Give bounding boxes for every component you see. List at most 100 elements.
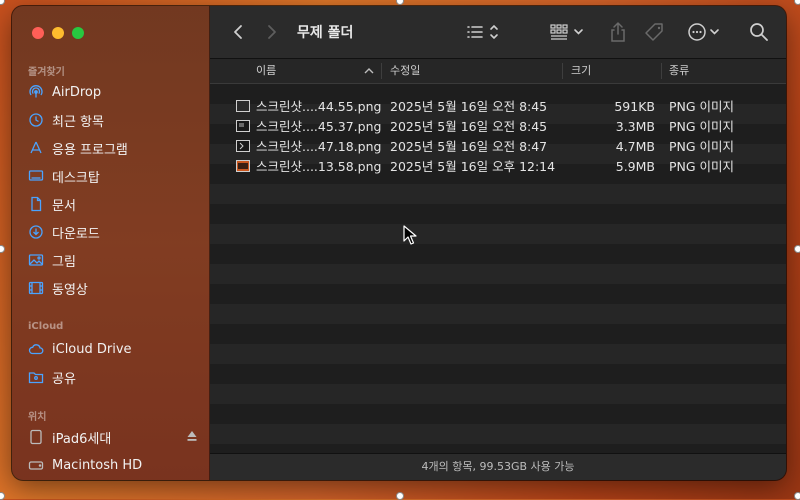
list-view-button[interactable] <box>466 20 506 44</box>
tag-icon <box>645 23 663 41</box>
sidebar-item-label: 응용 프로그램 <box>52 142 128 158</box>
download-icon <box>28 224 44 240</box>
column-header: 이름 수정일 크기 종류 <box>210 59 786 84</box>
minimize-window-button[interactable] <box>52 27 64 39</box>
sidebar-item-label: 공유 <box>52 371 76 387</box>
file-name: 스크린샷....44.55.png <box>256 99 382 114</box>
sidebar-item-label: 다운로드 <box>52 226 100 242</box>
window-title: 무제 폴더 <box>297 25 354 41</box>
desktop-icon <box>28 168 44 184</box>
sidebar: 즐겨찾기 AirDrop 최근 항목 응용 프로그램 데스크탑 문서 다운로드 … <box>12 6 210 480</box>
file-name: 스크린샷....47.18.png <box>256 139 382 154</box>
image-file-icon <box>236 160 250 172</box>
ellipsis-circle-icon <box>688 23 719 41</box>
table-row[interactable]: 스크린샷....13.58.png 2025년 5월 16일 오후 12:14 … <box>210 157 786 177</box>
column-kind[interactable]: 종류 <box>669 59 689 83</box>
list-view-icon <box>467 24 498 40</box>
mouse-cursor-icon <box>403 225 417 245</box>
column-separator[interactable] <box>661 63 662 79</box>
file-kind: PNG 이미지 <box>669 139 735 154</box>
sidebar-item-icloud-drive[interactable]: iCloud Drive <box>28 337 198 361</box>
applications-icon <box>28 140 44 156</box>
movies-icon <box>28 280 44 296</box>
sidebar-item-desktop[interactable]: 데스크탑 <box>28 164 198 188</box>
column-size[interactable]: 크기 <box>571 59 591 83</box>
sidebar-item-downloads[interactable]: 다운로드 <box>28 220 198 244</box>
grid-group-icon <box>550 24 583 40</box>
sidebar-item-recents[interactable]: 최근 항목 <box>28 108 198 132</box>
file-modified: 2025년 5월 16일 오전 8:45 <box>390 119 548 134</box>
file-kind: PNG 이미지 <box>669 159 735 174</box>
shared-folder-icon <box>28 369 44 385</box>
column-modified[interactable]: 수정일 <box>390 59 420 83</box>
sidebar-section-favorites: 즐겨찾기 <box>28 67 65 78</box>
sidebar-item-airdrop[interactable]: AirDrop <box>28 80 198 104</box>
sort-ascending-icon <box>364 68 374 74</box>
column-name[interactable]: 이름 <box>256 59 276 83</box>
file-modified: 2025년 5월 16일 오전 8:47 <box>390 139 548 154</box>
airdrop-icon <box>28 84 44 100</box>
sidebar-item-label: 동영상 <box>52 282 88 298</box>
file-name: 스크린샷....13.58.png <box>256 159 382 174</box>
share-icon <box>611 21 625 42</box>
selection-handle <box>794 245 800 253</box>
chevron-left-icon <box>234 25 242 39</box>
main-content: 무제 폴더 이름 수정일 크기 종류 스크린샷....44.55.png 202… <box>210 6 786 480</box>
maximize-window-button[interactable] <box>72 27 84 39</box>
sidebar-item-applications[interactable]: 응용 프로그램 <box>28 136 198 160</box>
file-size: 5.9MB <box>615 159 655 174</box>
file-size: 4.7MB <box>615 139 655 154</box>
sidebar-item-macintosh-hd[interactable]: Macintosh HD <box>28 453 198 477</box>
file-kind: PNG 이미지 <box>669 119 735 134</box>
cloud-icon <box>28 341 44 357</box>
selection-handle <box>794 0 800 5</box>
pictures-icon <box>28 252 44 268</box>
table-row[interactable]: 스크린샷....44.55.png 2025년 5월 16일 오전 8:45 5… <box>210 97 786 117</box>
column-separator[interactable] <box>562 63 563 79</box>
file-size: 591KB <box>614 99 655 114</box>
forward-button[interactable] <box>262 20 282 44</box>
image-file-icon <box>236 140 250 152</box>
clock-icon <box>28 112 44 128</box>
sidebar-item-ipad[interactable]: iPad6세대 <box>28 425 198 449</box>
share-button[interactable] <box>606 20 630 44</box>
file-modified: 2025년 5월 16일 오후 12:14 <box>390 159 556 174</box>
sidebar-item-label: 데스크탑 <box>52 170 100 186</box>
sidebar-item-label: AirDrop <box>52 84 102 100</box>
more-actions-button[interactable] <box>687 20 727 44</box>
file-size: 3.3MB <box>615 119 655 134</box>
close-window-button[interactable] <box>32 27 44 39</box>
sidebar-item-label: 문서 <box>52 198 76 214</box>
table-row[interactable]: 스크린샷....45.37.png 2025년 5월 16일 오전 8:45 3… <box>210 117 786 137</box>
back-button[interactable] <box>228 20 248 44</box>
toolbar: 무제 폴더 <box>210 6 786 59</box>
file-kind: PNG 이미지 <box>669 99 735 114</box>
sidebar-item-documents[interactable]: 문서 <box>28 192 198 216</box>
image-file-icon <box>236 120 250 132</box>
selection-handle <box>0 245 5 253</box>
eject-icon[interactable] <box>186 429 198 443</box>
finder-window: 즐겨찾기 AirDrop 최근 항목 응용 프로그램 데스크탑 문서 다운로드 … <box>12 6 786 480</box>
chevron-right-icon <box>268 25 276 39</box>
sidebar-item-label: iPad6세대 <box>52 431 112 447</box>
sidebar-item-movies[interactable]: 동영상 <box>28 276 198 300</box>
sidebar-item-label: 그림 <box>52 254 76 270</box>
column-separator[interactable] <box>381 63 382 79</box>
tag-button[interactable] <box>642 20 668 44</box>
table-row[interactable]: 스크린샷....47.18.png 2025년 5월 16일 오전 8:47 4… <box>210 137 786 157</box>
sidebar-section-icloud: iCloud <box>28 321 64 332</box>
status-bar: 4개의 항목, 99.53GB 사용 가능 <box>210 453 786 480</box>
file-modified: 2025년 5월 16일 오전 8:45 <box>390 99 548 114</box>
sidebar-section-locations: 위치 <box>28 412 47 423</box>
search-button[interactable] <box>747 20 771 44</box>
ipad-icon <box>28 429 44 445</box>
sidebar-item-pictures[interactable]: 그림 <box>28 248 198 272</box>
sidebar-item-label: iCloud Drive <box>52 341 132 357</box>
sidebar-item-label: 최근 항목 <box>52 114 104 130</box>
harddrive-icon <box>28 457 44 473</box>
image-file-icon <box>236 100 250 112</box>
selection-handle <box>0 0 5 5</box>
group-button[interactable] <box>549 20 589 44</box>
sidebar-item-shared[interactable]: 공유 <box>28 365 198 389</box>
search-icon <box>750 23 768 41</box>
